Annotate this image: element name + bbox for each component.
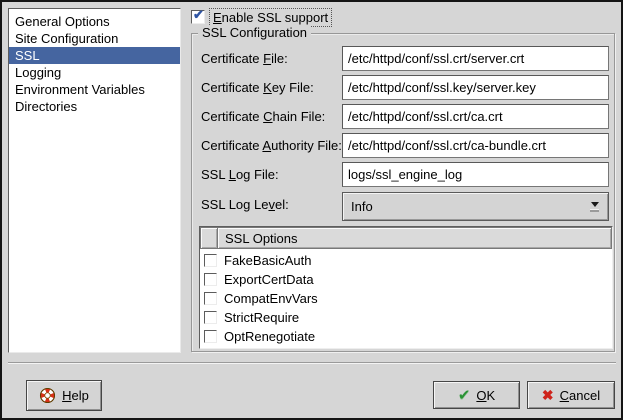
- ssl-option-label: OptRenegotiate: [224, 329, 315, 344]
- certificate-authority-file-label: Certificate Authority File:: [201, 137, 342, 154]
- help-button[interactable]: Help: [26, 380, 102, 411]
- ssl-option-checkbox-fakebasicauth[interactable]: [204, 254, 217, 267]
- ssl-option-checkbox-optrenegotiate[interactable]: [204, 330, 217, 343]
- dropdown-arrow-icon: [590, 202, 599, 212]
- ssl-option-label: CompatEnvVars: [224, 291, 318, 306]
- ssl-option-checkbox-compatenvvars[interactable]: [204, 292, 217, 305]
- ssl-options-header-row: SSL Options: [200, 227, 612, 249]
- ssl-option-checkbox-strictrequire[interactable]: [204, 311, 217, 324]
- options-header[interactable]: SSL Options: [217, 227, 612, 249]
- cancel-button-label: Cancel: [560, 388, 600, 403]
- sidebar-item-ssl[interactable]: SSL: [9, 47, 180, 64]
- ssl-log-file-label: SSL Log File:: [201, 166, 279, 183]
- ssl-log-level-value: Info: [343, 199, 590, 214]
- check-icon: ✔: [458, 388, 471, 403]
- ssl-option-label: StrictRequire: [224, 310, 299, 325]
- ssl-options-table: SSL Options FakeBasicAuth ExportCertData C…: [199, 226, 613, 349]
- ok-button-label: OK: [476, 388, 495, 403]
- ssl-options-rows: FakeBasicAuth ExportCertData CompatEnvVars…: [200, 249, 612, 348]
- ssl-option-row-fakebasicauth[interactable]: FakeBasicAuth: [200, 251, 612, 270]
- ssl-log-level-label: SSL Log Level:: [201, 196, 289, 213]
- ssl-option-checkbox-exportcertdata[interactable]: [204, 273, 217, 286]
- sidebar-item-site-configuration[interactable]: Site Configuration: [9, 30, 180, 47]
- ssl-option-row-compatenvvars[interactable]: CompatEnvVars: [200, 289, 612, 308]
- ssl-option-label: FakeBasicAuth: [224, 253, 311, 268]
- ok-button[interactable]: ✔ OK: [433, 381, 520, 409]
- certificate-key-file-input[interactable]: /etc/httpd/conf/ssl.key/server.key: [342, 75, 609, 100]
- category-list[interactable]: General OptionsSite ConfigurationSSLLogg…: [8, 8, 181, 353]
- certificate-file-label: Certificate File:: [201, 50, 288, 67]
- ssl-settings-window: General OptionsSite ConfigurationSSLLogg…: [0, 0, 623, 420]
- ssl-option-row-strictrequire[interactable]: StrictRequire: [200, 308, 612, 327]
- separator: [8, 362, 616, 364]
- certificate-chain-file-input[interactable]: /etc/httpd/conf/ssl.crt/ca.crt: [342, 104, 609, 129]
- options-header-spacer[interactable]: [200, 227, 218, 249]
- sidebar-item-general-options[interactable]: General Options: [9, 13, 180, 30]
- cancel-button[interactable]: ✖ Cancel: [527, 381, 615, 409]
- options-header-label: SSL Options: [225, 231, 298, 246]
- ssl-configuration-frame: SSL Configuration SSL Options FakeBasicA…: [191, 33, 615, 352]
- sidebar-item-environment-variables[interactable]: Environment Variables: [9, 81, 180, 98]
- enable-ssl-checkbox[interactable]: ✔: [191, 10, 205, 24]
- certificate-key-file-label: Certificate Key File:: [201, 79, 314, 96]
- lifebuoy-icon: [39, 387, 56, 404]
- certificate-file-input[interactable]: /etc/httpd/conf/ssl.crt/server.crt: [342, 46, 609, 71]
- sidebar-item-logging[interactable]: Logging: [9, 64, 180, 81]
- ssl-option-row-optrenegotiate[interactable]: OptRenegotiate: [200, 327, 612, 346]
- ssl-log-file-input[interactable]: logs/ssl_engine_log: [342, 162, 609, 187]
- check-icon: ✔: [193, 7, 204, 23]
- frame-title: SSL Configuration: [198, 25, 311, 41]
- sidebar-item-directories[interactable]: Directories: [9, 98, 180, 115]
- help-button-label: Help: [62, 388, 89, 403]
- ssl-option-label: ExportCertData: [224, 272, 314, 287]
- certificate-chain-file-label: Certificate Chain File:: [201, 108, 325, 125]
- cross-icon: ✖: [542, 388, 554, 402]
- ssl-option-row-exportcertdata[interactable]: ExportCertData: [200, 270, 612, 289]
- certificate-authority-file-input[interactable]: /etc/httpd/conf/ssl.crt/ca-bundle.crt: [342, 133, 609, 158]
- ssl-log-level-dropdown[interactable]: Info: [342, 192, 609, 221]
